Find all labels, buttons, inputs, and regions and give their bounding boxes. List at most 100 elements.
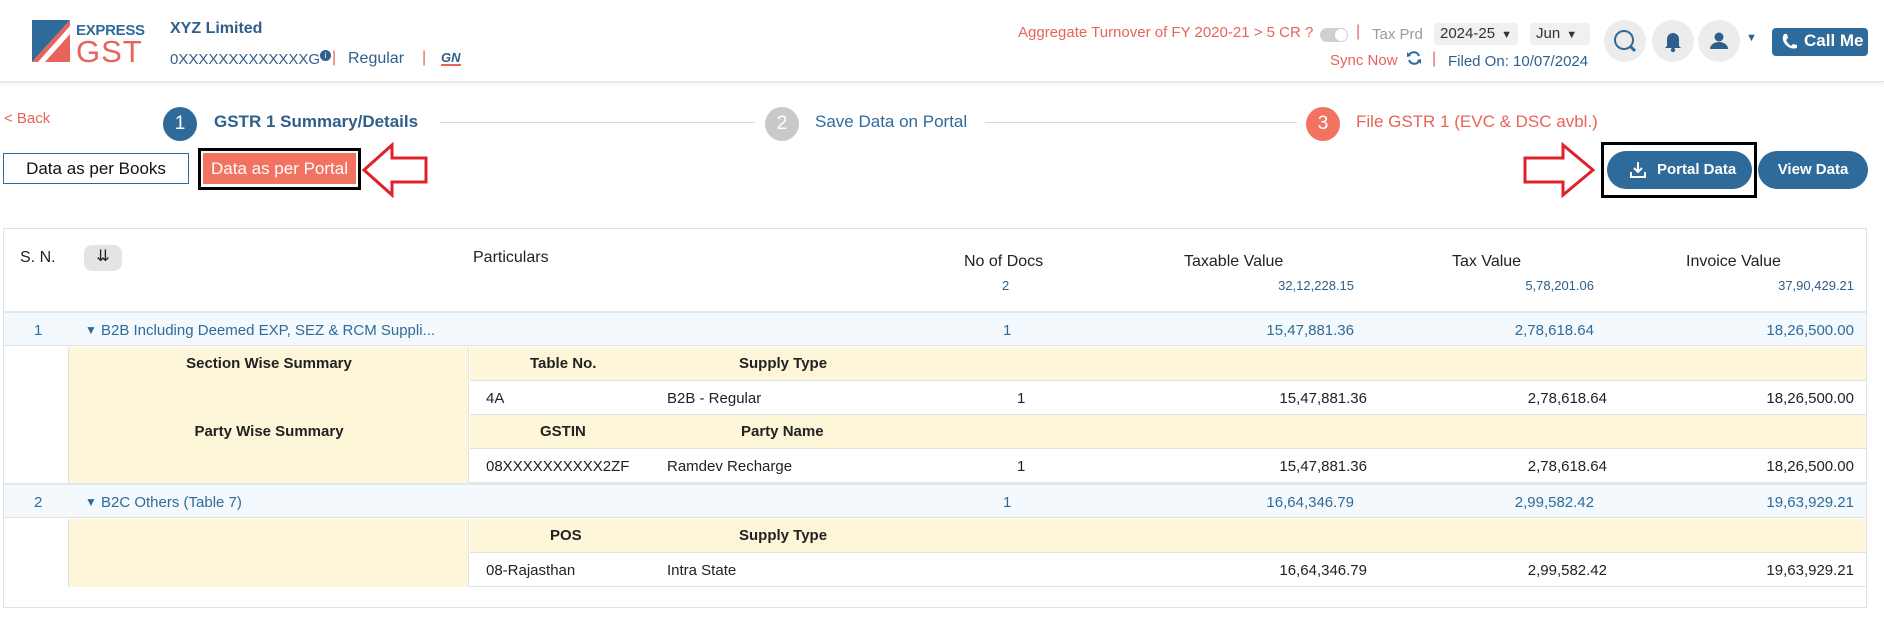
brand-bottom-text: GST <box>76 34 143 69</box>
header-tax-value: Tax Value <box>1452 253 1522 270</box>
list-item: 08-Rajasthan Intra State 16,64,346.79 2,… <box>470 553 1866 587</box>
company-name[interactable]: XYZ Limited <box>170 20 262 38</box>
total-docs: 2 <box>1002 278 1010 293</box>
cell-taxable-value: 15,47,881.36 <box>1279 390 1367 407</box>
logo-mark-icon <box>32 20 70 62</box>
year-select[interactable]: 2024-25 ▼ <box>1434 23 1518 45</box>
header-no-of-docs: No of Docs <box>964 253 1044 270</box>
search-icon <box>1614 30 1637 53</box>
chevron-down-icon[interactable]: ▼ <box>85 323 97 337</box>
total-invoice-value: 37,90,429.21 <box>1778 278 1854 293</box>
separator: | <box>1356 23 1361 40</box>
step-2-label[interactable]: Save Data on Portal <box>815 112 967 132</box>
section-subheader: GSTIN Party Name <box>470 415 1866 449</box>
section-label-cell: Party Wise Summary <box>69 415 469 483</box>
list-item: 4A B2B - Regular 1 15,47,881.36 2,78,618… <box>470 381 1866 415</box>
step-connector <box>440 122 755 123</box>
app-header: EXPRESS GST XYZ Limited 0XXXXXXXXXXXXXG i… <box>0 0 1884 82</box>
cell-col2: Ramdev Recharge <box>667 458 793 475</box>
cell-tax-value: 2,78,618.64 <box>1527 390 1607 407</box>
separator: | <box>1432 50 1437 67</box>
total-tax-value: 5,78,201.06 <box>1525 278 1594 293</box>
cell-col2: B2B - Regular <box>667 390 762 407</box>
double-chevron-down-icon: ⇊ <box>96 248 110 265</box>
row-docs: 1 <box>1003 494 1012 511</box>
info-icon[interactable]: i <box>320 50 332 61</box>
notifications-button[interactable] <box>1652 20 1694 62</box>
caret-down-icon: ▼ <box>1566 29 1578 41</box>
cell-invoice-value: 19,63,929.21 <box>1766 562 1854 579</box>
subheader-col1: Table No. <box>530 355 597 372</box>
table-row[interactable]: 1 ▼ B2B Including Deemed EXP, SEZ & RCM … <box>4 311 1866 346</box>
list-item: 08XXXXXXXXXX2ZF Ramdev Recharge 1 15,47,… <box>470 449 1866 483</box>
section-label-cell: Section Wise Summary <box>69 347 469 415</box>
aggregate-turnover-toggle[interactable] <box>1320 28 1348 42</box>
sync-icon[interactable] <box>1406 50 1422 66</box>
right-arrow-annotation-icon <box>1523 142 1595 198</box>
sync-now-link[interactable]: Sync Now <box>1330 52 1398 69</box>
summary-table: S. N. ⇊ Particulars No of Docs Taxable V… <box>3 228 1867 608</box>
party-wise-summary: Party Wise Summary GSTIN Party Name 08XX… <box>4 415 1866 483</box>
cell-taxable-value: 16,64,346.79 <box>1279 562 1367 579</box>
step-1-number[interactable]: 1 <box>163 107 197 141</box>
step-2-number[interactable]: 2 <box>765 107 799 141</box>
cell-docs: 1 <box>1017 390 1026 407</box>
aggregate-turnover-label: Aggregate Turnover of FY 2020-21 > 5 CR … <box>1018 24 1314 41</box>
cell-col2: Intra State <box>667 562 737 579</box>
data-as-per-books-tab[interactable]: Data as per Books <box>3 153 189 184</box>
row-taxable-value: 16,64,346.79 <box>1266 494 1354 511</box>
filed-on-date: Filed On: 10/07/2024 <box>1448 53 1589 70</box>
gn-portal-icon[interactable]: GN <box>441 51 461 66</box>
row-invoice-value: 18,26,500.00 <box>1766 322 1854 339</box>
chevron-down-icon[interactable]: ▼ <box>85 495 97 509</box>
total-taxable-value: 32,12,228.15 <box>1278 278 1354 293</box>
section-label: Section Wise Summary <box>186 355 352 372</box>
cell-col1: 08XXXXXXXXXX2ZF <box>486 458 630 475</box>
year-select-value: 2024-25 <box>1440 25 1496 42</box>
subheader-col2: Supply Type <box>739 527 828 544</box>
section-subheader: POS Supply Type <box>470 519 1866 553</box>
row-particular[interactable]: B2C Others (Table 7) <box>101 494 242 511</box>
call-me-button[interactable]: Call Me <box>1772 28 1868 56</box>
tax-period-label: Tax Prd <box>1372 26 1423 43</box>
step-connector <box>985 122 1297 123</box>
indent-cell <box>4 347 69 415</box>
row-docs: 1 <box>1003 322 1012 339</box>
indent-cell <box>4 415 69 483</box>
row-tax-value: 2,78,618.64 <box>1514 322 1594 339</box>
back-link[interactable]: < Back <box>4 110 50 127</box>
call-me-label: Call Me <box>1804 31 1864 50</box>
cell-col1: 08-Rajasthan <box>486 562 576 579</box>
expand-all-button[interactable]: ⇊ <box>84 245 122 271</box>
cell-taxable-value: 15,47,881.36 <box>1279 458 1367 475</box>
subheader-col2: Supply Type <box>739 355 828 372</box>
step-3-number[interactable]: 3 <box>1306 107 1340 141</box>
row-invoice-value: 19,63,929.21 <box>1766 494 1854 511</box>
row-taxable-value: 15,47,881.36 <box>1266 322 1354 339</box>
header-particulars: Particulars <box>473 249 549 266</box>
step-1-label[interactable]: GSTR 1 Summary/Details <box>214 112 418 132</box>
express-gst-logo[interactable]: EXPRESS GST <box>32 20 145 69</box>
subheader-col1: POS <box>550 527 582 544</box>
header-taxable-value: Taxable Value <box>1184 253 1284 270</box>
left-arrow-annotation-icon <box>362 142 428 198</box>
user-icon <box>1710 32 1728 49</box>
month-select[interactable]: Jun ▼ <box>1530 23 1590 45</box>
section-label-cell <box>69 519 469 587</box>
caret-down-icon: ▼ <box>1501 29 1512 41</box>
portal-data-button[interactable]: Portal Data <box>1607 151 1752 189</box>
caret-down-icon[interactable]: ▼ <box>1746 32 1757 44</box>
section-subheader: Table No. Supply Type <box>470 347 1866 381</box>
view-data-button[interactable]: View Data <box>1758 151 1868 189</box>
search-button[interactable] <box>1604 20 1646 62</box>
gstin-text: 0XXXXXXXXXXXXXG i <box>170 50 332 68</box>
data-as-per-portal-tab[interactable]: Data as per Portal <box>203 153 356 184</box>
cell-invoice-value: 18,26,500.00 <box>1766 458 1854 475</box>
user-menu-button[interactable] <box>1698 20 1740 62</box>
month-select-value: Jun <box>1536 25 1561 42</box>
step-3-label[interactable]: File GSTR 1 (EVC & DSC avbl.) <box>1356 112 1598 132</box>
cell-tax-value: 2,78,618.64 <box>1527 458 1607 475</box>
row-particular[interactable]: B2B Including Deemed EXP, SEZ & RCM Supp… <box>101 322 435 339</box>
table-row[interactable]: 2 ▼ B2C Others (Table 7) 1 16,64,346.79 … <box>4 483 1866 518</box>
row-sn: 2 <box>34 494 43 511</box>
